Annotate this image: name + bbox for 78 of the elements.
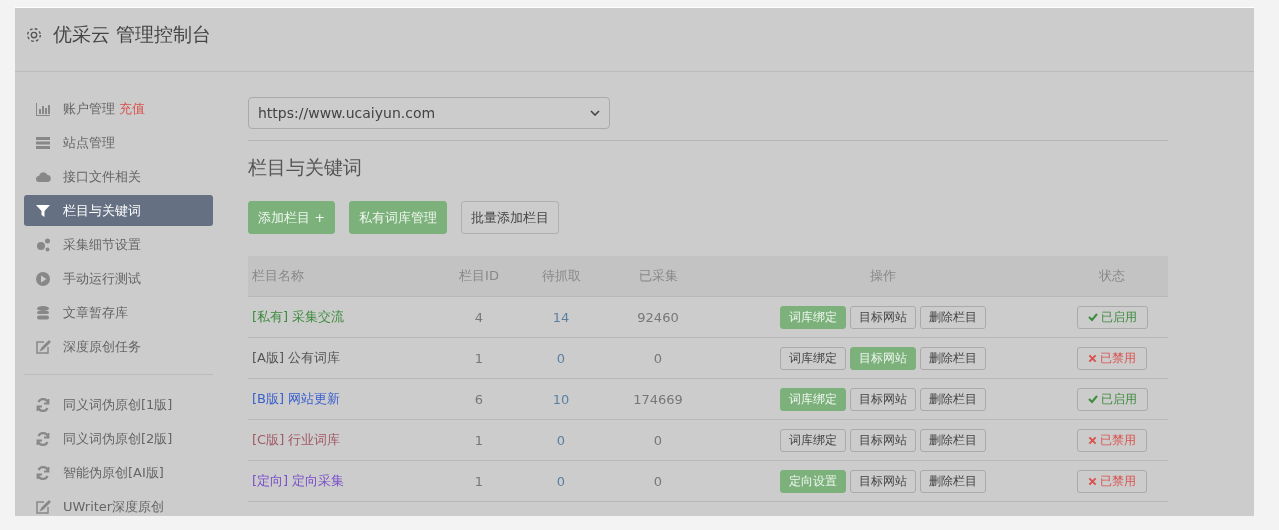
sidebar-item[interactable]: 栏目与关键词 — [24, 195, 213, 226]
sidebar-item[interactable]: 站点管理 — [24, 127, 213, 158]
action-button[interactable]: 词库绑定 — [779, 346, 846, 370]
sidebar-item[interactable]: 采集细节设置 — [24, 229, 213, 260]
action-button[interactable]: 删除栏目 — [919, 305, 986, 329]
sidebar-item[interactable]: 手动运行测试 — [24, 263, 213, 294]
table-cell: 6 — [474, 391, 484, 407]
action-button[interactable]: 目标网站 — [849, 428, 916, 452]
column-name: [C版] 行业词库 — [252, 432, 341, 447]
table-cell: 10 — [552, 391, 570, 407]
column-name: [B版] 网站更新 — [252, 391, 341, 406]
table-cell: 0 — [653, 473, 663, 489]
table-cell: 1 — [474, 432, 484, 448]
table-cell: 0 — [556, 432, 566, 448]
action-button[interactable]: 删除栏目 — [919, 387, 986, 411]
status-button[interactable]: 已禁用 — [1077, 346, 1147, 370]
check-icon — [1087, 312, 1098, 322]
column-name: [私有] 采集交流 — [252, 309, 345, 324]
table-cell: 4 — [474, 309, 484, 325]
table-cell: 0 — [556, 350, 566, 366]
settings-icon — [25, 25, 43, 44]
sidebar-item[interactable]: 接口文件相关 — [24, 161, 213, 192]
action-button[interactable]: 定向设置 — [779, 469, 846, 493]
cross-icon — [1088, 435, 1097, 445]
sidebar-item[interactable]: UWriter深度原创 — [24, 491, 213, 522]
refresh-icon — [35, 464, 51, 481]
cross-icon — [1088, 353, 1097, 363]
sidebar-item[interactable]: 智能伪原创[AI版] — [24, 457, 213, 488]
table-cell: 1 — [474, 473, 484, 489]
play-icon — [35, 270, 51, 287]
console-title: 优采云 管理控制台 — [53, 21, 212, 47]
status-button[interactable]: 已启用 — [1076, 387, 1148, 411]
toolbar-button[interactable]: 私有词库管理 — [349, 201, 448, 234]
action-button[interactable]: 删除栏目 — [919, 346, 986, 370]
table-cell: 1 — [474, 350, 484, 366]
edit-icon — [35, 338, 51, 355]
section-title: 栏目与关键词 — [248, 155, 363, 180]
server-icon — [35, 134, 51, 151]
table-cell: 174669 — [633, 391, 683, 407]
table-cell: 0 — [556, 473, 566, 489]
filter-icon — [35, 202, 51, 219]
action-button[interactable]: 词库绑定 — [779, 428, 846, 452]
sidebar-item[interactable]: 账户管理 充值 — [24, 93, 213, 124]
refresh-icon — [35, 430, 51, 447]
action-button[interactable]: 删除栏目 — [919, 469, 986, 493]
column-name: [定向] 定向采集 — [252, 473, 345, 488]
table-cell: 0 — [653, 350, 663, 366]
action-button[interactable]: 目标网站 — [849, 346, 916, 370]
action-button[interactable]: 目标网站 — [849, 469, 916, 493]
site-select[interactable]: https://www.ucaiyun.com — [248, 97, 610, 129]
column-header: 栏目ID — [459, 268, 499, 283]
cross-icon — [1088, 476, 1097, 486]
check-icon — [1087, 394, 1098, 404]
sidebar-item[interactable]: 同义词伪原创[2版] — [24, 423, 213, 454]
action-button[interactable]: 目标网站 — [849, 305, 916, 329]
table-cell: 0 — [653, 432, 663, 448]
action-button[interactable]: 目标网站 — [849, 387, 916, 411]
status-button[interactable]: 已禁用 — [1077, 428, 1147, 452]
table-cell: 14 — [552, 309, 570, 325]
sidebar-item[interactable]: 文章暂存库 — [24, 297, 213, 328]
database-icon — [35, 304, 51, 321]
chart-icon — [35, 100, 51, 117]
action-button[interactable]: 删除栏目 — [919, 428, 986, 452]
column-header: 栏目名称 — [252, 268, 304, 283]
refresh-icon — [35, 396, 51, 413]
action-button[interactable]: 词库绑定 — [779, 305, 846, 329]
chevron-down-icon — [590, 110, 600, 116]
status-button[interactable]: 已禁用 — [1077, 469, 1147, 493]
sidebar-item[interactable]: 深度原创任务 — [24, 331, 213, 362]
toolbar-button[interactable]: 添加栏目 + — [248, 201, 336, 234]
column-name: [A版] 公有词库 — [252, 350, 341, 365]
table-cell: 92460 — [637, 309, 679, 325]
status-button[interactable]: 已启用 — [1076, 305, 1148, 329]
recharge-link[interactable]: 充值 — [119, 99, 145, 118]
edit-icon — [35, 498, 51, 515]
sidebar-item[interactable]: 同义词伪原创[1版] — [24, 389, 213, 420]
toolbar-button[interactable]: 批量添加栏目 — [461, 201, 560, 234]
action-button[interactable]: 词库绑定 — [779, 387, 846, 411]
